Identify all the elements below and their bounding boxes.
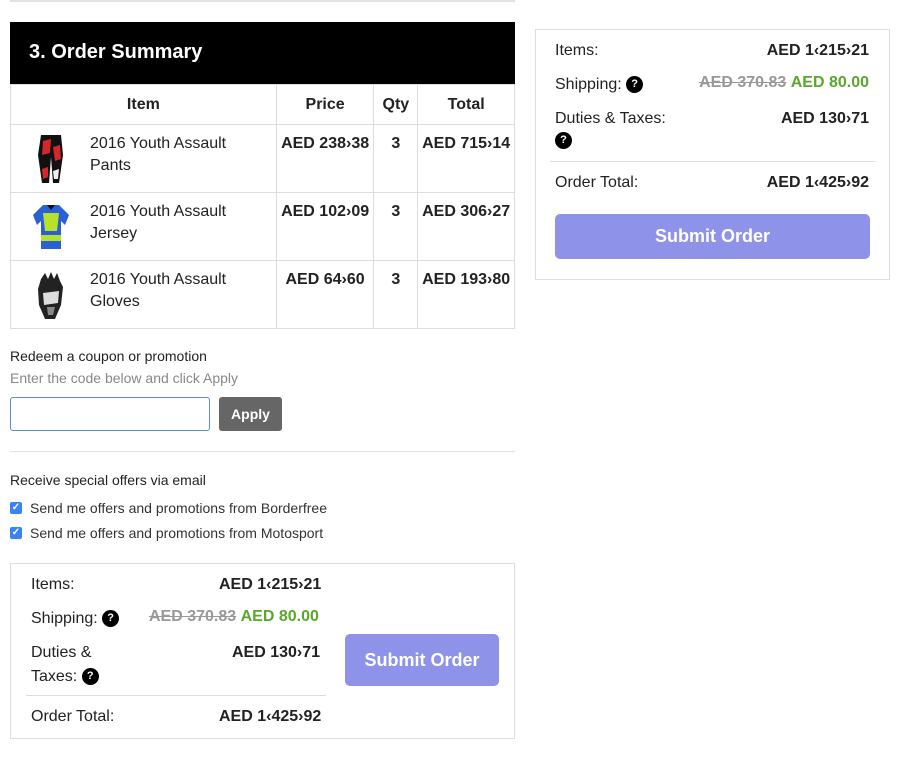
submit-order-button[interactable]: Submit Order <box>555 214 870 259</box>
help-icon[interactable]: ? <box>555 132 572 150</box>
divider <box>550 161 875 162</box>
coupon-hint: Enter the code below and click Apply <box>10 370 239 386</box>
shipping-label-row: Shipping: ? <box>555 76 644 94</box>
items-value: AED 1‹215›21 <box>219 576 322 593</box>
item-cell: 2016 Youth Assault Pants <box>10 124 277 193</box>
item-name[interactable]: 2016 Youth Assault Jersey <box>90 201 240 245</box>
duties-label-line1: Duties & <box>31 644 92 661</box>
coupon-code-input[interactable] <box>10 397 210 431</box>
item-cell: 2016 Youth Assault Jersey <box>10 192 277 261</box>
item-qty: 3 <box>373 192 419 261</box>
order-total-label: Order Total: <box>555 174 639 191</box>
submit-order-button[interactable]: Submit Order <box>345 634 499 686</box>
item-name[interactable]: 2016 Youth Assault Gloves <box>90 269 240 313</box>
shipping-value: AED 370.83 AED 80.00 <box>699 74 869 92</box>
jersey-icon[interactable] <box>31 201 71 253</box>
order-total-value: AED 1‹425›92 <box>766 174 869 191</box>
shipping-label-row: Shipping: ? <box>31 610 120 628</box>
table-row: 2016 Youth Assault Pants AED 238›38 3 AE… <box>10 124 515 193</box>
offer-label: Send me offers and promotions from Motos… <box>30 525 324 541</box>
order-total-value: AED 1‹425›92 <box>219 708 322 725</box>
items-label: Items: <box>31 576 75 593</box>
shipping-value: AED 370.83 AED 80.00 <box>149 608 319 626</box>
shipping-label: Shipping: <box>31 610 98 627</box>
item-total: AED 306›27 <box>417 192 515 261</box>
item-qty: 3 <box>373 124 419 193</box>
order-items-table: Item Price Qty Total 2016 Youth Assault … <box>10 84 515 329</box>
help-icon[interactable]: ? <box>102 610 120 628</box>
items-label: Items: <box>555 42 599 59</box>
shipping-original-price: AED 370.83 <box>699 74 787 91</box>
item-price: AED 238›38 <box>275 124 375 193</box>
offer-option-motosport[interactable]: ✓ Send me offers and promotions from Mot… <box>10 525 323 541</box>
order-summary-box-right: Items: AED 1‹215›21 Shipping: ? AED 370.… <box>535 29 890 280</box>
table-row: 2016 Youth Assault Gloves AED 64›60 3 AE… <box>10 260 515 329</box>
duties-value: AED 130›71 <box>780 110 869 127</box>
column-header-qty: Qty <box>373 84 419 125</box>
table-header-row: Item Price Qty Total <box>10 84 515 125</box>
column-header-price: Price <box>275 84 375 125</box>
item-total: AED 193›80 <box>417 260 515 329</box>
column-header-total: Total <box>417 84 515 125</box>
item-price: AED 102›09 <box>275 192 375 261</box>
item-qty: 3 <box>373 260 419 329</box>
divider <box>10 451 515 452</box>
duties-label-line2: Taxes: <box>31 668 78 685</box>
top-divider <box>10 0 515 2</box>
gloves-icon[interactable] <box>31 269 71 321</box>
divider <box>26 695 326 696</box>
shipping-original-price: AED 370.83 <box>149 608 237 625</box>
coupon-title: Redeem a coupon or promotion <box>10 348 207 364</box>
shipping-label: Shipping: <box>555 76 622 93</box>
help-icon[interactable]: ? <box>626 76 644 94</box>
items-value: AED 1‹215›21 <box>766 42 869 59</box>
column-header-item: Item <box>10 84 277 125</box>
offer-option-borderfree[interactable]: ✓ Send me offers and promotions from Bor… <box>10 500 327 516</box>
pants-icon[interactable] <box>31 133 71 185</box>
section-title: 3. Order Summary <box>10 22 515 84</box>
duties-label-line2-row: Taxes: ? <box>31 668 99 686</box>
checkbox-checked-icon[interactable]: ✓ <box>10 527 22 539</box>
offer-label: Send me offers and promotions from Borde… <box>30 500 328 516</box>
duties-value: AED 130›71 <box>232 644 321 661</box>
apply-button[interactable]: Apply <box>219 397 282 431</box>
duties-label: Duties & Taxes: <box>555 110 666 127</box>
offers-title: Receive special offers via email <box>10 472 206 488</box>
shipping-discounted-price: AED 80.00 <box>790 74 869 91</box>
duties-help: ? <box>555 132 572 150</box>
table-row: 2016 Youth Assault Jersey AED 102›09 3 A… <box>10 192 515 261</box>
order-total-label: Order Total: <box>31 708 115 725</box>
order-summary-box-bottom: Items: AED 1‹215›21 Shipping: ? AED 370.… <box>10 563 515 739</box>
checkbox-checked-icon[interactable]: ✓ <box>10 502 22 514</box>
item-cell: 2016 Youth Assault Gloves <box>10 260 277 329</box>
shipping-discounted-price: AED 80.00 <box>240 608 319 625</box>
help-icon[interactable]: ? <box>81 668 99 686</box>
item-total: AED 715›14 <box>417 124 515 193</box>
item-name[interactable]: 2016 Youth Assault Pants <box>90 133 240 177</box>
item-price: AED 64›60 <box>275 260 375 329</box>
